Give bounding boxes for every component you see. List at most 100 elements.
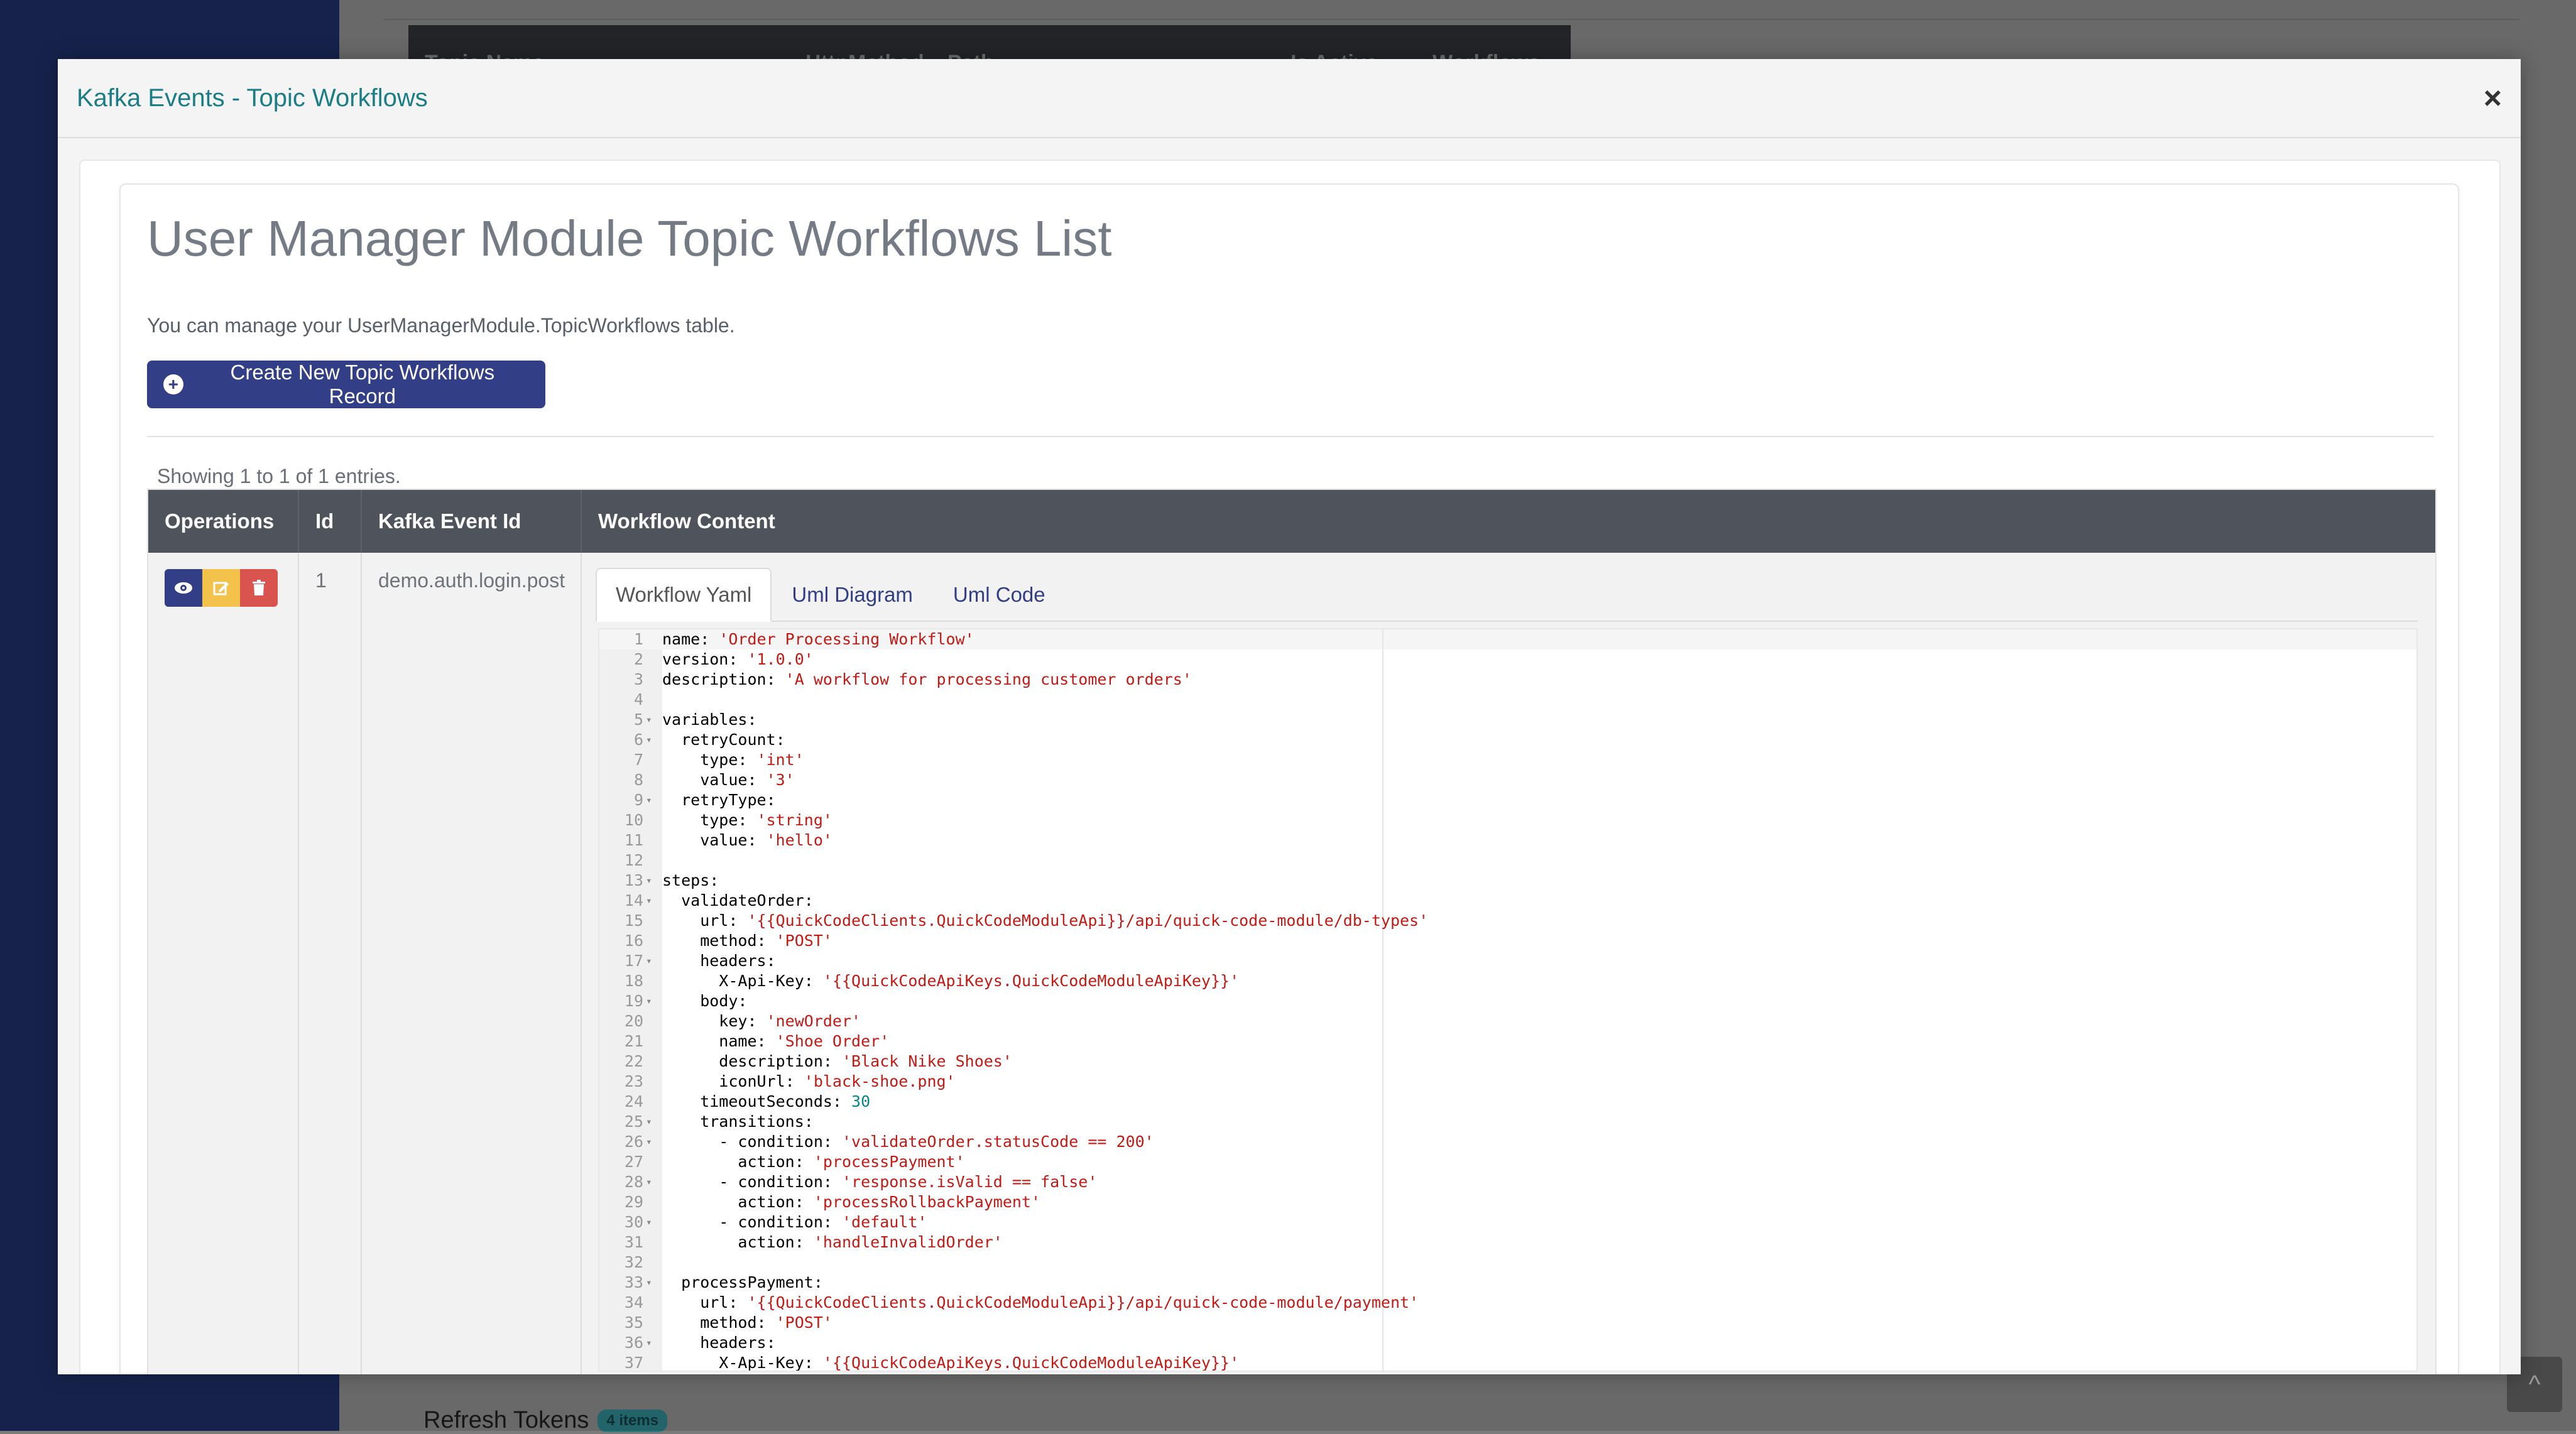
line-number: 34 (624, 1293, 643, 1312)
fold-toggle-icon[interactable]: ▾ (643, 891, 662, 911)
view-button[interactable] (165, 569, 202, 607)
code-text: action: 'handleInvalidOrder' (662, 1232, 1002, 1252)
code-line: 7 type: 'int' (599, 750, 1428, 770)
header-workflow-content: Workflow Content (598, 509, 775, 533)
create-record-button[interactable]: + Create New Topic Workflows Record (147, 361, 545, 408)
code-token: validateOrder: (662, 891, 814, 910)
edit-icon (213, 582, 229, 595)
code-line: 8 value: '3' (599, 770, 1428, 790)
tab-workflow-yaml[interactable]: Workflow Yaml (596, 568, 772, 622)
code-line: 26 ▾ - condition: 'validateOrder.statusCo… (599, 1132, 1428, 1152)
code-text: X-Api-Key: '{{QuickCodeApiKeys.QuickCode… (662, 971, 1239, 991)
header-kafka-event-id: Kafka Event Id (362, 490, 582, 553)
table-row: 1 demo.auth.login.post Workflow Yaml Uml… (148, 553, 2435, 1374)
code-text: description: 'A workflow for processing … (662, 670, 1192, 690)
line-number: 15 (624, 911, 643, 930)
fold-toggle-icon[interactable]: ▾ (643, 991, 662, 1011)
code-token: 'newOrder' (766, 1012, 861, 1030)
code-token: '{{QuickCodeClients.QuickCodeModuleApi}}… (747, 911, 1429, 930)
fold-toggle-icon[interactable]: ▾ (643, 1212, 662, 1232)
code-token: version: (662, 650, 748, 668)
code-text: headers: (662, 1333, 775, 1353)
fold-toggle-icon (643, 629, 662, 649)
fold-toggle-icon[interactable]: ▾ (643, 1273, 662, 1293)
code-text: headers: (662, 951, 775, 971)
code-text: retryCount: (662, 730, 785, 750)
fold-toggle-icon (643, 1232, 662, 1252)
code-line: 23 iconUrl: 'black-shoe.png' (599, 1072, 1428, 1092)
code-token: retryCount: (662, 731, 785, 749)
fold-toggle-icon[interactable]: ▾ (643, 790, 662, 810)
code-line: 27 action: 'processPayment' (599, 1152, 1428, 1172)
code-line: 29 action: 'processRollbackPayment' (599, 1192, 1428, 1212)
tab-uml-diagram[interactable]: Uml Diagram (772, 583, 933, 621)
code-text: name: 'Shoe Order' (662, 1031, 889, 1051)
yaml-code-editor[interactable]: 1 name: 'Order Processing Workflow' 2 versi… (598, 628, 2418, 1372)
line-number: 18 (624, 972, 643, 990)
code-token: transitions: (662, 1112, 814, 1131)
line-number: 2 (633, 650, 643, 668)
line-number: 5 (633, 710, 643, 729)
divider (147, 436, 2434, 437)
fold-toggle-icon[interactable]: ▾ (643, 1132, 662, 1152)
line-number: 7 (633, 751, 643, 769)
edit-button[interactable] (202, 569, 240, 607)
code-line: 17 ▾ headers: (599, 951, 1428, 971)
code-token: '3' (766, 771, 795, 789)
line-number: 6 (633, 731, 643, 749)
fold-toggle-icon (643, 1353, 662, 1371)
code-token: method: (662, 1313, 776, 1332)
code-line: 25 ▾ transitions: (599, 1112, 1428, 1132)
code-line: 10 type: 'string' (599, 810, 1428, 830)
fold-toggle-icon[interactable]: ▾ (643, 951, 662, 971)
line-number: 14 (624, 891, 643, 910)
line-number: 23 (624, 1072, 643, 1090)
fold-toggle-icon[interactable]: ▾ (643, 710, 662, 730)
code-line: 34 url: '{{QuickCodeClients.QuickCodeMod… (599, 1293, 1428, 1313)
code-line: 14 ▾ validateOrder: (599, 891, 1428, 911)
code-line: 33 ▾ processPayment: (599, 1273, 1428, 1293)
eye-icon (175, 582, 192, 594)
line-number: 36 (624, 1334, 643, 1352)
code-token: method: (662, 932, 776, 950)
kafka-event-id-cell: demo.auth.login.post (362, 553, 582, 1374)
create-record-label: Create New Topic Workflows Record (230, 361, 495, 408)
code-text: value: '3' (662, 770, 795, 790)
delete-button[interactable] (240, 569, 278, 607)
fold-toggle-icon (643, 690, 662, 710)
code-text: url: '{{QuickCodeClients.QuickCodeModule… (662, 911, 1428, 931)
tab-uml-code[interactable]: Uml Code (933, 583, 1066, 621)
code-token: 'string' (756, 811, 832, 829)
line-number: 20 (624, 1012, 643, 1030)
close-icon[interactable]: × (2484, 82, 2502, 114)
workflow-content-cell: Workflow Yaml Uml Diagram Uml Code 1 name… (582, 553, 2435, 1374)
line-number: 27 (624, 1153, 643, 1171)
code-text: processPayment: (662, 1273, 823, 1293)
code-text: - condition: 'default' (662, 1212, 927, 1232)
line-number: 29 (624, 1193, 643, 1211)
fold-toggle-icon (643, 750, 662, 770)
code-line: 9 ▾ retryType: (599, 790, 1428, 810)
code-text: validateOrder: (662, 891, 814, 911)
fold-toggle-icon[interactable]: ▾ (643, 1172, 662, 1192)
fold-toggle-icon[interactable]: ▾ (643, 1112, 662, 1132)
line-number: 8 (633, 771, 643, 789)
trash-icon (253, 580, 265, 595)
workflow-tabs: Workflow Yaml Uml Diagram Uml Code (596, 568, 2418, 622)
code-line: 15 url: '{{QuickCodeClients.QuickCodeMod… (599, 911, 1428, 931)
code-line: 22 description: 'Black Nike Shoes' (599, 1051, 1428, 1072)
topic-workflows-table: Operations Id Kafka Event Id Workflow Co… (147, 489, 2437, 1374)
code-token: 'POST' (775, 1313, 832, 1332)
code-lines: 1 name: 'Order Processing Workflow' 2 versi… (599, 629, 1428, 1371)
fold-toggle-icon (643, 1313, 662, 1333)
line-number: 28 (624, 1173, 643, 1191)
code-line: 3 description: 'A workflow for processing… (599, 670, 1428, 690)
modal-title: Kafka Events - Topic Workflows (77, 84, 428, 112)
fold-toggle-icon[interactable]: ▾ (643, 730, 662, 750)
code-token: '1.0.0' (747, 650, 814, 668)
line-number: 33 (624, 1273, 643, 1291)
fold-toggle-icon (643, 1011, 662, 1031)
fold-toggle-icon[interactable]: ▾ (643, 871, 662, 891)
fold-toggle-icon[interactable]: ▾ (643, 1333, 662, 1353)
code-text: - condition: 'validateOrder.statusCode =… (662, 1132, 1154, 1152)
